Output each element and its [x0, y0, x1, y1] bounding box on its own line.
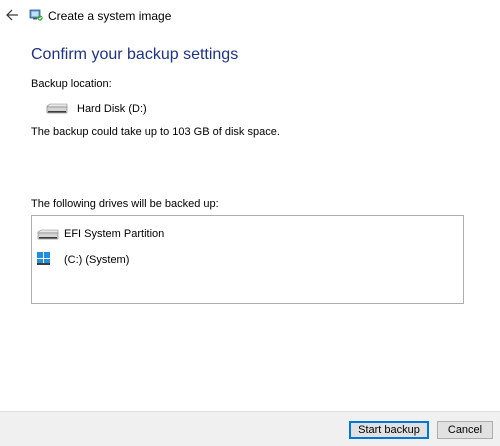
back-arrow-icon: [6, 9, 18, 21]
start-backup-button[interactable]: Start backup: [349, 421, 429, 439]
list-item[interactable]: EFI System Partition: [34, 224, 334, 244]
drives-list[interactable]: EFI System Partition (C:) (System): [31, 215, 464, 304]
list-item[interactable]: (C:) (System): [34, 250, 334, 270]
backup-restore-icon: [29, 9, 43, 21]
window-title: Create a system image: [48, 9, 172, 23]
disk-space-note: The backup could take up to 103 GB of di…: [31, 126, 280, 138]
drive-label: EFI System Partition: [64, 228, 165, 240]
hard-disk-icon: [37, 229, 59, 240]
drive-label: (C:) (System): [64, 254, 130, 266]
dialog-footer: Start backup Cancel: [0, 411, 500, 446]
backup-location-label: Backup location:: [31, 78, 112, 90]
window-titlebar: Create a system image: [0, 0, 500, 32]
hard-disk-icon: [46, 103, 68, 114]
drives-list-label: The following drives will be backed up:: [31, 198, 219, 210]
backup-location-drive-name: Hard Disk (D:): [77, 103, 147, 115]
cancel-button[interactable]: Cancel: [437, 421, 493, 439]
back-button[interactable]: [4, 6, 20, 24]
page-heading: Confirm your backup settings: [31, 46, 239, 63]
windows-drive-icon: [37, 252, 50, 265]
